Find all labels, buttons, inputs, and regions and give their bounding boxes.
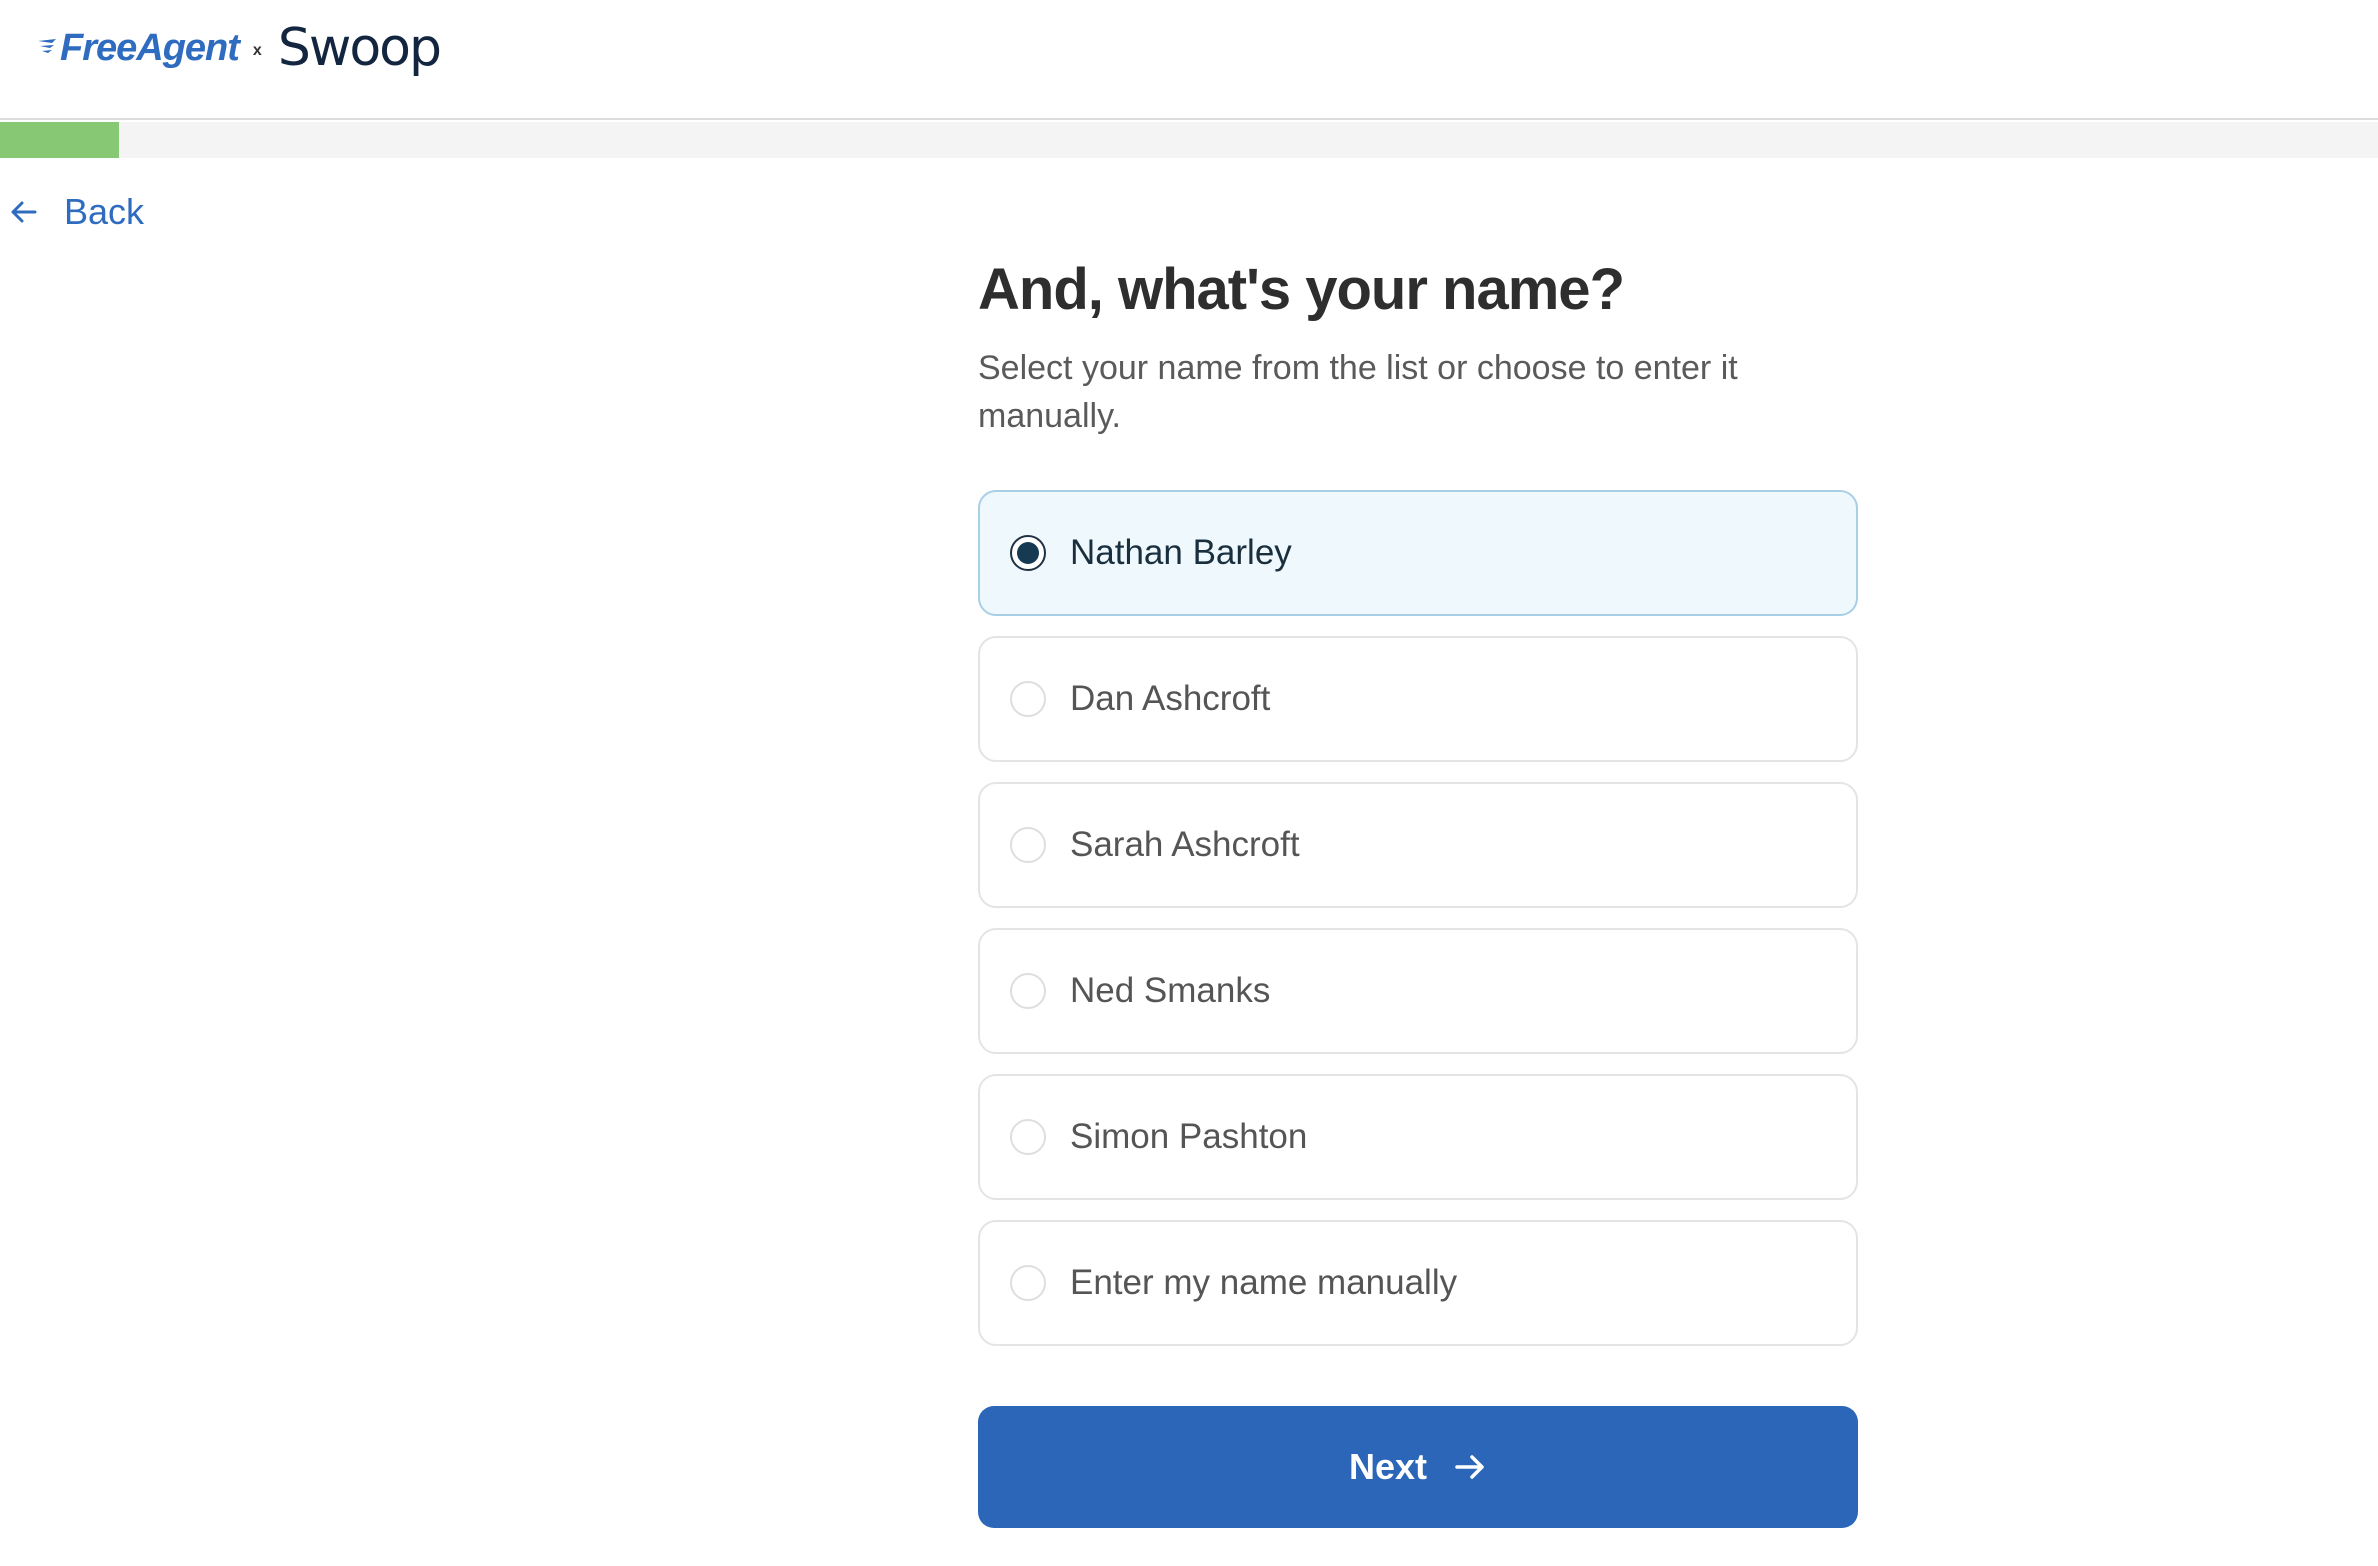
back-label: Back (64, 191, 145, 232)
name-option[interactable]: Nathan Barley (978, 490, 1858, 616)
brand-separator: x (252, 42, 262, 59)
brand-logo[interactable]: FreeAgent x Swoop (36, 18, 442, 78)
name-options-list: Nathan Barley Dan Ashcroft Sarah Ashcrof… (978, 490, 1858, 1366)
name-option[interactable]: Dan Ashcroft (978, 636, 1858, 762)
brand-partner: Swoop (277, 18, 442, 78)
name-option-label: Dan Ashcroft (1070, 679, 1271, 718)
question-header: And, what's your name? Select your name … (978, 250, 1858, 440)
name-option[interactable]: Simon Pashton (978, 1074, 1858, 1200)
page-title: And, what's your name? (978, 257, 1625, 322)
name-option-label: Sarah Ashcroft (1070, 825, 1300, 864)
page-subtitle: Select your name from the list or choose… (978, 349, 1738, 435)
radio-button[interactable] (1010, 681, 1046, 717)
name-option[interactable]: Ned Smanks (978, 928, 1858, 1054)
wings-icon (38, 39, 56, 53)
next-button[interactable]: Next (978, 1406, 1858, 1528)
brand-primary: FreeAgent (60, 26, 240, 69)
enter-name-manually-option[interactable]: Enter my name manually (978, 1220, 1858, 1346)
back-link[interactable]: Back (8, 190, 144, 234)
app-header: FreeAgent x Swoop (0, 0, 2378, 120)
radio-button[interactable] (1010, 1265, 1046, 1301)
name-option-label: Enter my name manually (1070, 1263, 1458, 1302)
progress-fill (0, 122, 119, 158)
name-option-label: Nathan Barley (1070, 533, 1292, 572)
arrow-left-icon (11, 201, 37, 223)
next-label: Next (1348, 1446, 1428, 1487)
freeagent-logo: FreeAgent (36, 26, 240, 70)
arrow-right-icon (1455, 1455, 1484, 1479)
name-option-label: Simon Pashton (1070, 1117, 1308, 1156)
name-option-label: Ned Smanks (1070, 971, 1271, 1010)
radio-button[interactable] (1010, 535, 1046, 571)
radio-button[interactable] (1010, 973, 1046, 1009)
name-option[interactable]: Sarah Ashcroft (978, 782, 1858, 908)
radio-button[interactable] (1010, 827, 1046, 863)
radio-button[interactable] (1010, 1119, 1046, 1155)
progress-bar (0, 122, 2378, 158)
